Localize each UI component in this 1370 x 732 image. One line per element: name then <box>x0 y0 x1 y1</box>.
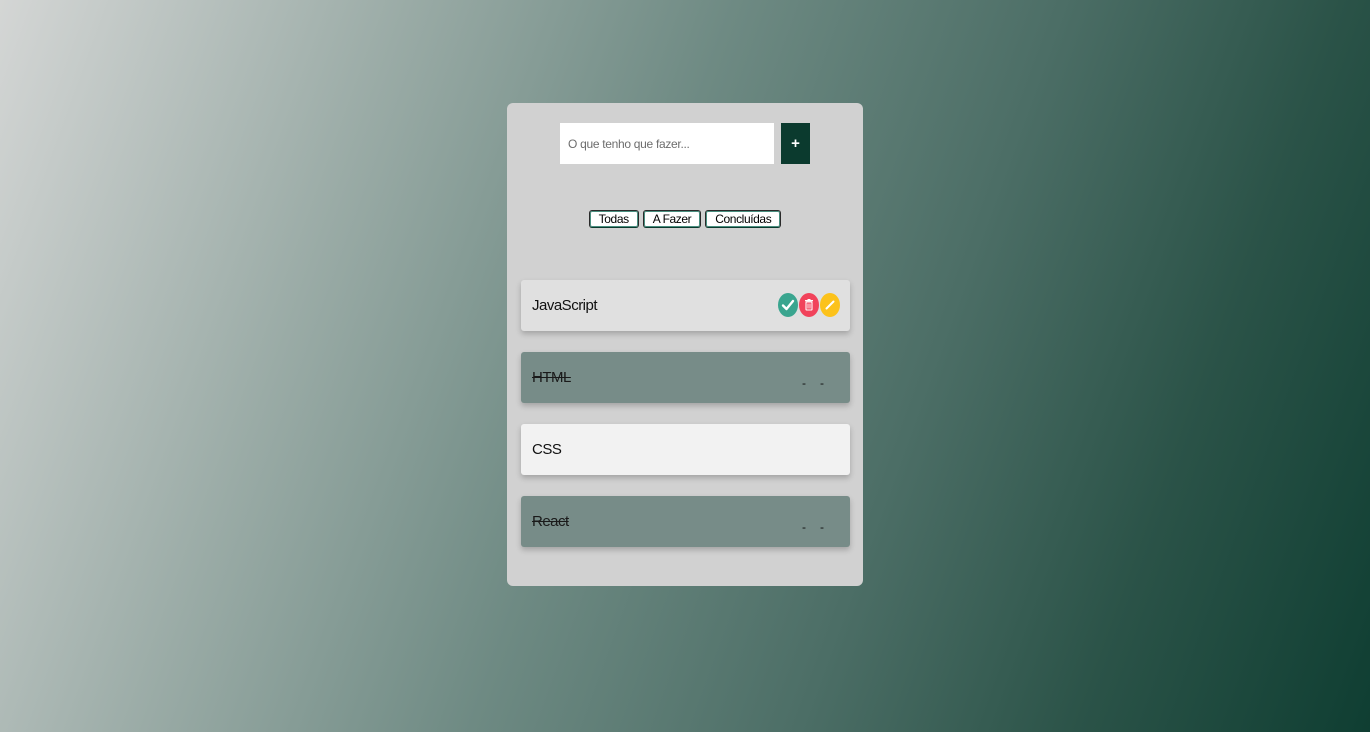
task-item[interactable]: JavaScript <box>521 280 850 331</box>
task-item[interactable]: HTML - - <box>521 352 850 403</box>
task-label: CSS <box>532 441 562 458</box>
task-action-placeholder[interactable]: - <box>802 520 806 534</box>
trash-icon[interactable] <box>799 293 819 317</box>
pencil-icon[interactable] <box>820 293 840 317</box>
task-item[interactable]: React - - <box>521 496 850 547</box>
task-action-placeholder[interactable]: - <box>820 376 824 390</box>
task-action-placeholder[interactable]: - <box>820 520 824 534</box>
task-label: HTML <box>532 369 571 386</box>
task-action-placeholder[interactable]: - <box>802 376 806 390</box>
add-task-row: + <box>560 123 810 164</box>
filter-all-button[interactable]: Todas <box>588 210 639 228</box>
filter-todo-button[interactable]: A Fazer <box>642 210 702 228</box>
task-item[interactable]: CSS <box>521 424 850 475</box>
task-list: JavaScript HTML - - CSS React - - <box>521 280 850 568</box>
task-actions <box>777 293 840 317</box>
check-circle-icon[interactable] <box>778 293 798 317</box>
task-input[interactable] <box>560 123 774 164</box>
task-actions: - - <box>802 520 824 534</box>
task-label: JavaScript <box>532 297 598 314</box>
add-task-button[interactable]: + <box>781 123 810 164</box>
task-label: React <box>532 513 569 530</box>
filter-done-button[interactable]: Concluídas <box>705 210 782 228</box>
filter-bar: Todas A Fazer Concluídas <box>507 210 863 228</box>
todo-card: + Todas A Fazer Concluídas JavaScript HT… <box>507 103 863 586</box>
task-actions: - - <box>802 376 824 390</box>
